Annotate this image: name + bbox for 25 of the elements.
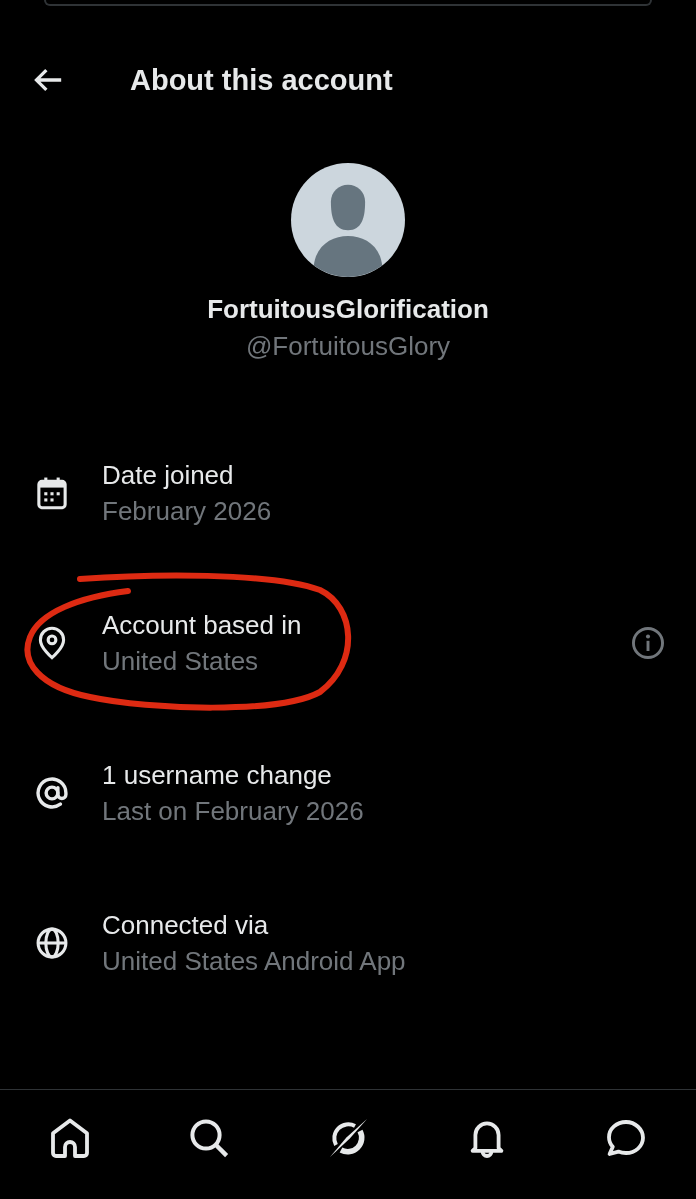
messages-tab[interactable] [606,1118,647,1158]
detail-label: Connected via [102,909,269,942]
search-tab[interactable] [188,1118,229,1158]
detail-value: United States Android App [102,945,406,978]
info-icon [632,627,664,659]
detail-value: February 2026 [102,495,272,528]
username-handle: @FortuitousGlory [245,330,451,363]
display-name: FortuitousGlorification [207,293,489,326]
at-sign-icon [35,776,69,810]
globe-icon [35,926,69,960]
search-icon [188,1118,229,1158]
detail-value: United States [102,645,259,678]
detail-value: Last on February 2026 [102,795,364,828]
home-icon [49,1118,90,1158]
page-title: About this account [130,63,393,98]
detail-label: Account based in [102,609,302,642]
detail-label: Date joined [102,459,234,492]
detail-label: 1 username change [102,759,332,792]
avatar-icon [291,163,405,277]
info-button[interactable] [632,627,664,659]
chat-bubble-icon [606,1118,647,1158]
arrow-left-icon [34,66,62,94]
calendar-icon [35,476,69,510]
slashed-circle-tab[interactable] [327,1118,368,1158]
home-tab[interactable] [49,1118,90,1158]
